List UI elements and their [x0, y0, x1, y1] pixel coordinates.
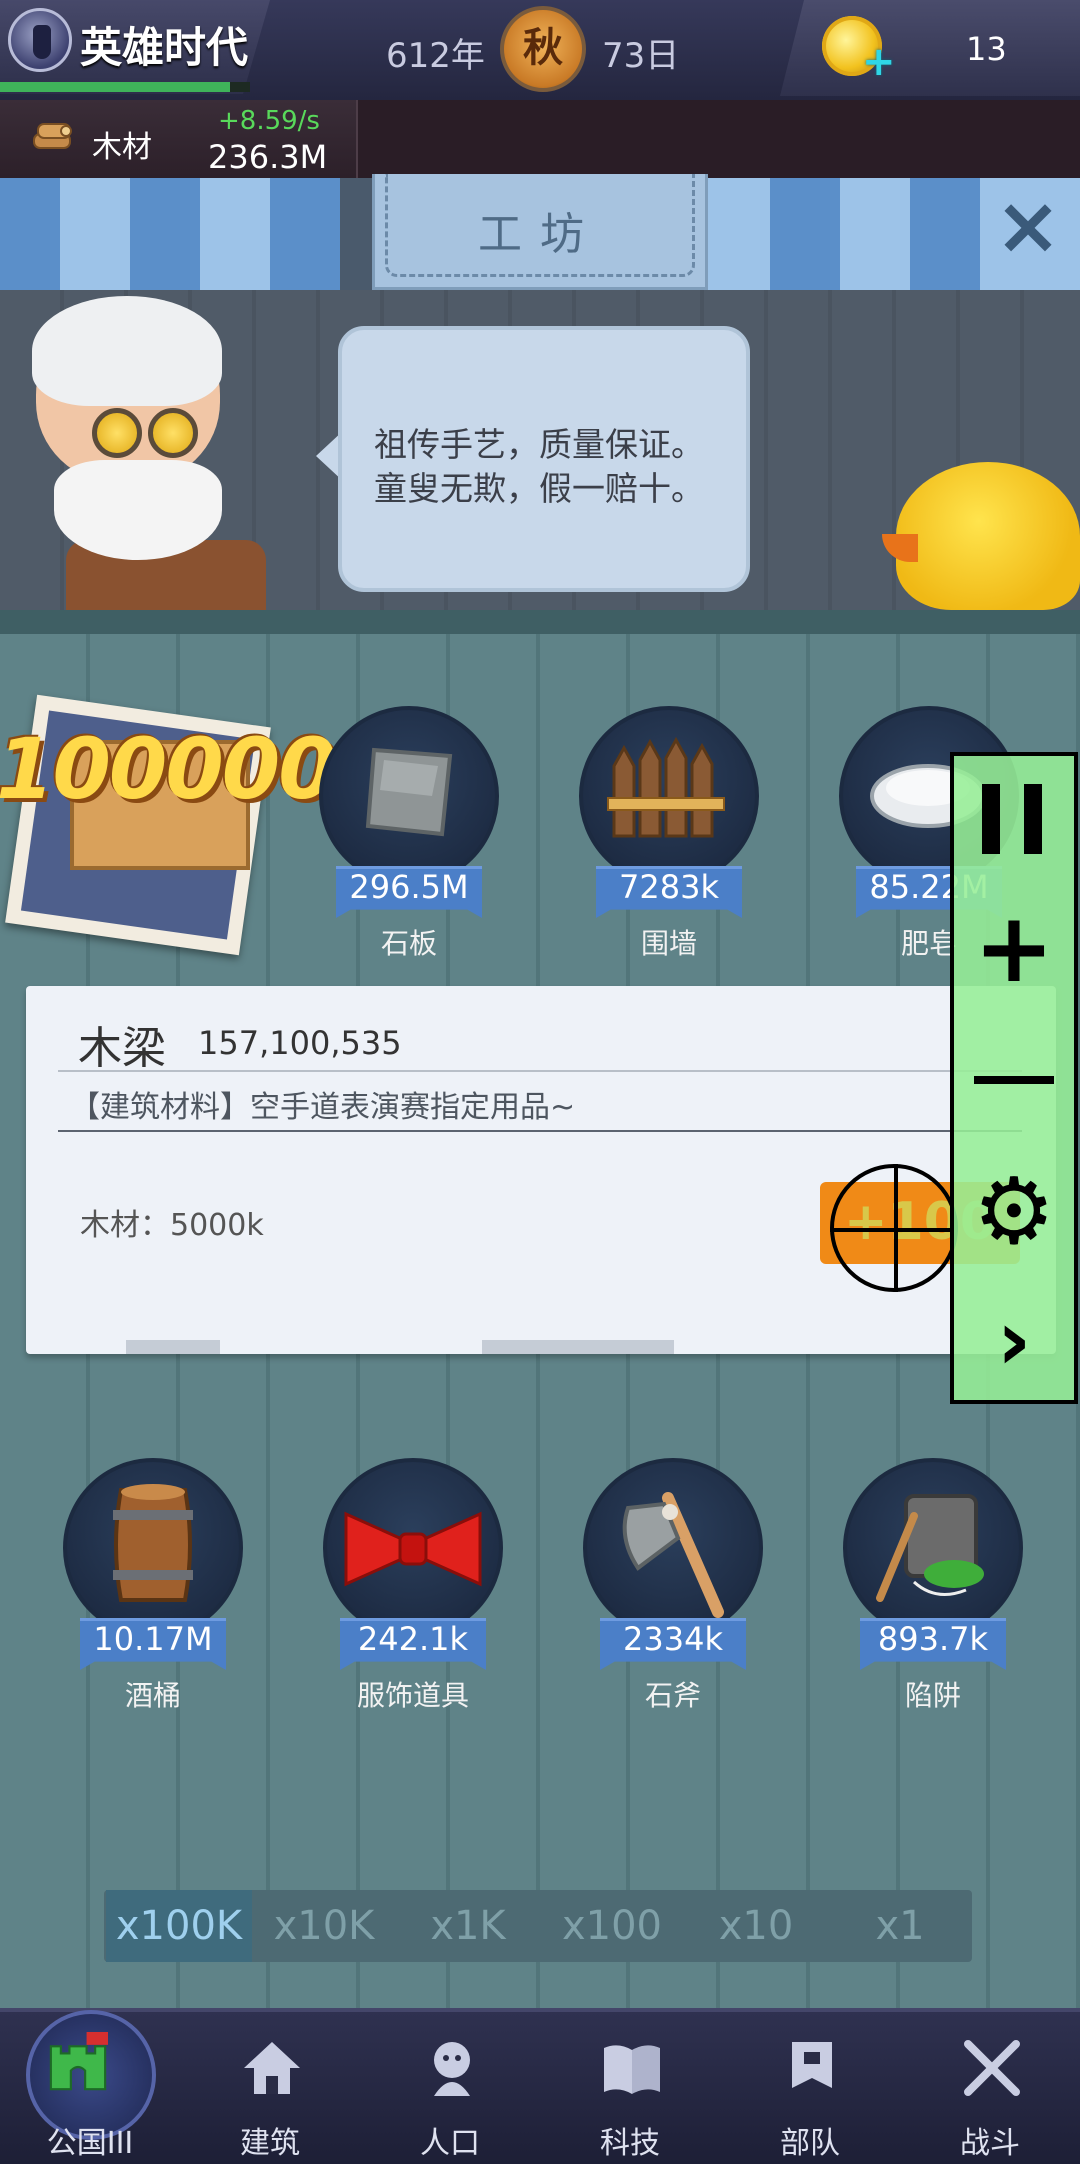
multiplier-x100k[interactable]: x100K: [106, 1890, 252, 1962]
nav-label: 公国III: [46, 2126, 134, 2161]
pause-icon[interactable]: [950, 768, 1078, 864]
nav-label: 部队: [780, 2126, 840, 2161]
wood-log-icon: [33, 123, 72, 149]
item-name: 石板: [380, 927, 437, 960]
helmet-avatar-icon[interactable]: [8, 8, 72, 72]
detail-description: 【建筑材料】空手道表演赛指定用品~: [70, 1090, 576, 1125]
close-icon[interactable]: ×: [994, 186, 1062, 266]
chevron-right-icon[interactable]: ›: [950, 1290, 1078, 1390]
multiplier-x10k[interactable]: x10K: [252, 1890, 396, 1962]
crossed-swords-icon: [964, 2040, 1020, 2096]
season-badge: 秋: [500, 6, 586, 92]
divider: [58, 1130, 1022, 1132]
game-title: 英雄时代: [80, 23, 249, 72]
detail-count: 157,100,535: [198, 1024, 402, 1062]
item-name: 陷阱: [904, 1679, 961, 1712]
divider: [58, 1070, 1022, 1072]
featured-quantity: 100000: [0, 720, 337, 818]
barrel-icon: [113, 1484, 193, 1602]
nav-label: 人口: [420, 2126, 480, 2161]
person-icon: [434, 2042, 470, 2096]
nav-battle[interactable]: 战斗: [900, 2008, 1080, 2161]
item-fence[interactable]: 7283k 围墙: [574, 706, 764, 976]
multiplier-x1k[interactable]: x1K: [396, 1890, 540, 1962]
nav-label: 科技: [600, 2126, 660, 2161]
nav-buildings[interactable]: 建筑: [180, 2008, 360, 2161]
chick-mascot: [896, 462, 1080, 610]
minus-icon[interactable]: [950, 1028, 1078, 1124]
goggle-right: [148, 408, 198, 458]
item-count: 893.7k: [877, 1620, 989, 1658]
card-tab: [482, 1340, 674, 1354]
nav-label: 战斗: [960, 2126, 1020, 2161]
crosshair-icon: [830, 1164, 958, 1292]
item-stone-axe[interactable]: 2334k 石斧: [578, 1458, 768, 1728]
item-count: 7283k: [619, 868, 719, 906]
craftsman-hair: [32, 296, 222, 406]
wood-rate: +8.59/s: [218, 106, 320, 136]
item-count: 10.17M: [93, 1620, 213, 1658]
item-stone-slab[interactable]: 296.5M 石板: [314, 706, 504, 976]
item-costume-props[interactable]: 242.1k 服饰道具: [318, 1458, 508, 1728]
nav-technology[interactable]: 科技: [540, 2008, 720, 2161]
speech-line-2: 童叟无欺，假一赔十。: [374, 469, 704, 508]
shelf-divider: [0, 610, 1080, 634]
multiplier-x10[interactable]: x10: [684, 1890, 828, 1962]
goggle-left: [92, 408, 142, 458]
nav-troops[interactable]: 部队: [720, 2008, 900, 2161]
coin-count: 13: [966, 30, 1007, 68]
year-label: 612年: [386, 36, 485, 76]
trap-icon: [876, 1494, 984, 1602]
card-tab: [126, 1340, 220, 1354]
item-name: 服饰道具: [356, 1679, 469, 1712]
book-icon: [604, 2045, 660, 2094]
wood-label: 木材: [92, 130, 152, 165]
multiplier-x100[interactable]: x100: [540, 1890, 684, 1962]
item-count: 296.5M: [349, 868, 469, 906]
item-name: 围墙: [640, 927, 697, 960]
day-label: 73日: [602, 36, 680, 76]
fence-icon: [607, 736, 725, 838]
house-icon: [244, 2042, 300, 2094]
nav-principality[interactable]: 公国III: [0, 2008, 180, 2161]
item-trap[interactable]: 893.7k 陷阱: [838, 1458, 1028, 1728]
stone-axe-icon: [622, 1492, 724, 1618]
item-name: 石斧: [644, 1679, 701, 1712]
craftsman-beard: [54, 460, 222, 560]
castle-icon: [49, 2032, 108, 2091]
item-count: 242.1k: [357, 1620, 469, 1658]
nav-label: 建筑: [240, 2126, 300, 2161]
banner-icon: [792, 2042, 832, 2088]
bow-tie-icon: [344, 1511, 482, 1587]
page-title: 工坊: [478, 209, 602, 260]
stone-slab-icon: [365, 747, 453, 837]
wood-amount: 236.3M: [208, 138, 328, 176]
item-count: 2334k: [623, 1620, 723, 1658]
speech-line-1: 祖传手艺，质量保证。: [374, 425, 704, 464]
add-coin-icon[interactable]: +: [862, 42, 896, 82]
item-name: 酒桶: [124, 1679, 181, 1712]
progress-fill: [0, 82, 230, 92]
item-barrel[interactable]: 10.17M 酒桶: [58, 1458, 248, 1728]
detail-cost: 木材：5000k: [80, 1208, 264, 1243]
plus-icon[interactable]: +: [950, 900, 1078, 996]
multiplier-x1[interactable]: x1: [828, 1890, 972, 1962]
detail-title: 木梁: [78, 1023, 166, 1074]
nav-population[interactable]: 人口: [360, 2008, 540, 2161]
gear-icon[interactable]: ⚙: [950, 1164, 1078, 1260]
